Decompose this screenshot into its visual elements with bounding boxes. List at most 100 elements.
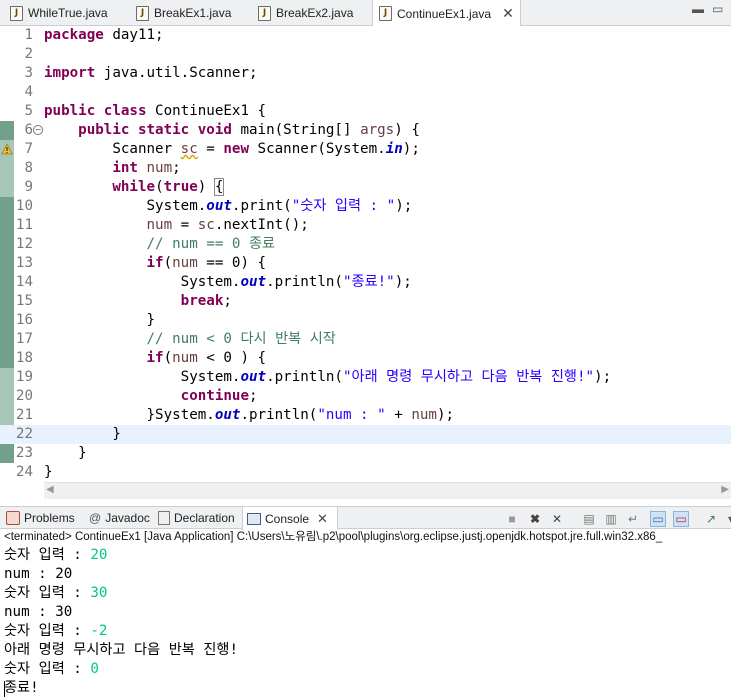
code-line[interactable]: 9 while(true) { [0, 178, 731, 197]
tab-problems-label: Problems [24, 511, 75, 525]
line-number: 11 [15, 217, 33, 233]
code-line[interactable]: 16 } [0, 311, 731, 330]
at-sign-icon: @ [89, 511, 102, 525]
code-text: // num == 0 종료 [146, 236, 276, 252]
code-line[interactable]: 17 // num < 0 다시 반복 시작 [0, 330, 731, 349]
line-number: 7 [24, 141, 33, 157]
horizontal-scrollbar[interactable]: ◀ ▶ [44, 482, 731, 499]
minimize-icon[interactable]: ▬ [692, 2, 704, 16]
line-number: 14 [15, 274, 33, 290]
pin-console-icon[interactable]: ↗ [703, 511, 719, 527]
tab-declaration[interactable]: Declaration [154, 507, 239, 529]
line-number: 18 [15, 350, 33, 366]
code-line[interactable]: 7 Scanner sc = new Scanner(System.in); [0, 140, 731, 159]
tab-console[interactable]: Console ✕ [242, 507, 338, 530]
scroll-right-icon[interactable]: ▶ [721, 484, 729, 495]
code-editor[interactable]: 1 package day11; 2 3 import java.util.Scanne… [0, 26, 731, 499]
tab-label: WhileTrue.java [28, 6, 108, 20]
line-number: 22 [15, 426, 33, 442]
line-number: 13 [15, 255, 33, 271]
word-wrap-icon[interactable]: ↵ [625, 511, 641, 527]
code-line[interactable]: 8 int num; [0, 159, 731, 178]
clear-console-icon[interactable]: ▤ [581, 511, 597, 527]
console-line: num : 20 [4, 565, 72, 584]
text-caret [4, 681, 5, 697]
code-text: System.out.print("숫자 입력 : "); [44, 198, 413, 214]
code-line[interactable]: 6− public static void main(String[] args… [0, 121, 731, 140]
tab-breakex2[interactable]: J BreakEx2.java [252, 0, 359, 26]
scroll-left-icon[interactable]: ◀ [46, 484, 54, 495]
remove-all-terminated-icon[interactable]: ✕ [549, 511, 565, 527]
code-line[interactable]: 20 continue; [0, 387, 731, 406]
console-output-text: 숫자 입력 : [4, 585, 91, 601]
console-line: 아래 명령 무시하고 다음 반복 진행! [4, 641, 238, 660]
line-number: 9 [24, 179, 33, 195]
code-text: } [44, 464, 53, 480]
tab-problems[interactable]: Problems [2, 507, 79, 529]
code-text: Scanner sc = new Scanner(System.in); [44, 141, 420, 157]
console-line: 숫자 입력 : -2 [4, 622, 107, 641]
tab-javadoc[interactable]: @ Javadoc [85, 507, 154, 529]
tab-continueex1[interactable]: J ContinueEx1.java ✕ [372, 0, 521, 27]
code-line[interactable]: 19 System.out.println("아래 명령 무시하고 다음 반복 … [0, 368, 731, 387]
line-number: 15 [15, 293, 33, 309]
close-console-icon[interactable]: ✕ [317, 511, 328, 527]
fold-collapse-icon[interactable]: − [33, 125, 43, 135]
line-number: 12 [15, 236, 33, 252]
code-line[interactable]: 11 num = sc.nextInt(); [0, 216, 731, 235]
code-line[interactable]: 12 // num == 0 종료 [0, 235, 731, 254]
close-tab-icon[interactable]: ✕ [502, 5, 514, 22]
code-line[interactable]: 15 break; [0, 292, 731, 311]
line-number: 2 [24, 46, 33, 62]
console-output-text: num : 20 [4, 566, 73, 582]
show-console-on-output-icon[interactable]: ▭ [650, 511, 666, 527]
tab-console-label: Console [265, 511, 310, 526]
code-text: continue; [180, 388, 258, 404]
console-user-input: 0 [90, 661, 99, 677]
code-line[interactable]: 14 System.out.println("종료!"); [0, 273, 731, 292]
code-text: if(num < 0 ) { [146, 350, 267, 366]
code-text: System.out.println("아래 명령 무시하고 다음 반복 진행!… [44, 369, 612, 385]
line-number: 23 [15, 445, 33, 461]
remove-launch-icon[interactable]: ✖ [527, 511, 543, 527]
code-line[interactable]: 5 public class ContinueEx1 { [0, 102, 731, 121]
tab-whiletrue[interactable]: J WhileTrue.java [4, 0, 114, 26]
warning-icon[interactable] [1, 143, 13, 155]
line-number: 8 [24, 160, 33, 176]
code-line[interactable]: 4 [0, 83, 731, 102]
line-number: 16 [15, 312, 33, 328]
code-line[interactable]: 23 } [0, 444, 731, 463]
code-text: } [44, 312, 156, 328]
line-number: 1 [24, 27, 33, 43]
console-icon [247, 512, 261, 525]
code-text: } [44, 445, 87, 461]
terminate-icon[interactable]: ■ [504, 511, 520, 527]
tab-label: ContinueEx1.java [397, 6, 492, 21]
code-line[interactable]: 2 [0, 45, 731, 64]
code-text: }System.out.println("num : " + num); [44, 407, 455, 423]
java-file-icon: J [379, 6, 392, 21]
code-line[interactable]: 18 if(num < 0 ) { [0, 349, 731, 368]
show-console-on-error-icon[interactable]: ▭ [673, 511, 689, 527]
code-line[interactable]: 10 System.out.print("숫자 입력 : "); [0, 197, 731, 216]
code-line[interactable]: 21 }System.out.println("num : " + num); [0, 406, 731, 425]
maximize-icon[interactable]: ▭ [712, 2, 723, 16]
scroll-lock-icon[interactable]: ▥ [603, 511, 619, 527]
code-line[interactable]: 22 } [0, 425, 731, 444]
line-number: 17 [15, 331, 33, 347]
view-menu-icon[interactable]: ▾ [723, 511, 731, 527]
code-line[interactable]: 24} [0, 463, 731, 482]
code-text: // num < 0 다시 반복 시작 [146, 331, 336, 347]
java-file-icon: J [258, 5, 271, 21]
java-file-icon: J [10, 5, 23, 21]
code-line[interactable]: 3 import java.util.Scanner; [0, 64, 731, 83]
console-output[interactable]: 숫자 입력 : 20 num : 20 숫자 입력 : 30 num : 30 숫자 입… [0, 546, 731, 698]
line-number: 21 [15, 407, 33, 423]
line-number: 5 [24, 103, 33, 119]
code-text: while(true) { [112, 178, 225, 196]
console-output-text: 숫자 입력 : [4, 623, 91, 639]
tab-label: BreakEx2.java [276, 6, 354, 20]
code-line[interactable]: 1 package day11; [0, 26, 731, 45]
tab-breakex1[interactable]: J BreakEx1.java [130, 0, 237, 26]
code-line[interactable]: 13 if(num == 0) { [0, 254, 731, 273]
